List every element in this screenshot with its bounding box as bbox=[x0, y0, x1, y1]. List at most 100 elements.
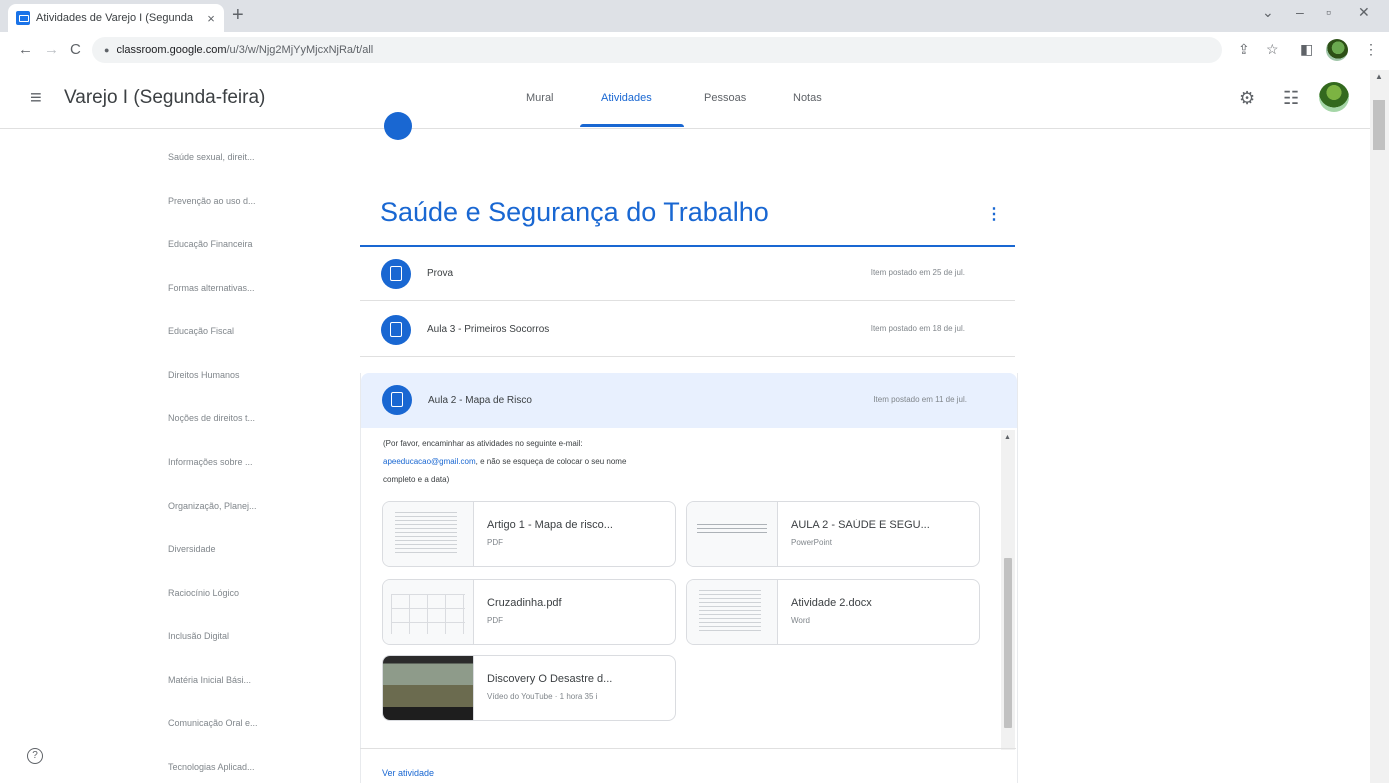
topic-item[interactable]: Organização, Planej... bbox=[168, 501, 288, 511]
classwork-item-aula3[interactable]: Aula 3 - Primeiros Socorros Item postado… bbox=[360, 306, 1015, 357]
page-scrollbar[interactable]: ▲ bbox=[1370, 70, 1389, 783]
url-host: classroom.google.com bbox=[116, 44, 227, 56]
google-apps-icon[interactable]: ☷ bbox=[1283, 88, 1299, 109]
maximize-button[interactable]: ▫ bbox=[1326, 4, 1331, 20]
attachment-type: Vídeo do YouTube · 1 hora 35 i bbox=[487, 692, 598, 701]
attachment-name: Cruzadinha.pdf bbox=[487, 597, 562, 609]
back-button[interactable]: ← bbox=[18, 41, 33, 58]
main-menu-icon[interactable]: ≡ bbox=[30, 87, 42, 110]
slides-thumbnail bbox=[687, 502, 778, 566]
previous-item-icon[interactable] bbox=[384, 112, 412, 140]
section-divider bbox=[360, 245, 1015, 247]
tab-close-icon[interactable]: × bbox=[202, 11, 220, 26]
item-date: Item postado em 25 de jul. bbox=[870, 268, 965, 277]
item-date: Item postado em 11 de jul. bbox=[873, 395, 967, 404]
topic-item[interactable]: Raciocínio Lógico bbox=[168, 588, 288, 598]
attachment-type: PDF bbox=[487, 616, 503, 625]
topic-item[interactable]: Informações sobre ... bbox=[168, 457, 288, 467]
email-link[interactable]: apeeducacao@gmail.com bbox=[383, 457, 476, 466]
classroom-header: ≡ Varejo I (Segunda-feira) Mural Ativida… bbox=[0, 70, 1370, 129]
scroll-up-arrow-icon[interactable]: ▲ bbox=[1375, 72, 1383, 81]
classroom-favicon-icon bbox=[16, 11, 30, 25]
topic-item[interactable]: Diversidade bbox=[168, 544, 288, 554]
user-avatar[interactable] bbox=[1319, 82, 1349, 112]
item-date: Item postado em 18 de jul. bbox=[870, 324, 965, 333]
video-thumbnail bbox=[383, 656, 474, 720]
topic-item[interactable]: Educação Fiscal bbox=[168, 326, 288, 336]
lock-icon[interactable]: ● bbox=[104, 45, 109, 55]
topic-item[interactable]: Inclusão Digital bbox=[168, 631, 288, 641]
browser-tabstrip: Atividades de Varejo I (Segunda × + ⌄ – … bbox=[0, 0, 1389, 32]
attachment-name: AULA 2 - SAÚDE E SEGU... bbox=[791, 519, 930, 531]
classwork-item-prova[interactable]: Prova Item postado em 25 de jul. bbox=[360, 250, 1015, 301]
item-title: Aula 3 - Primeiros Socorros bbox=[427, 324, 550, 335]
attachment-card[interactable]: Atividade 2.docx Word bbox=[686, 579, 980, 645]
tab-mural[interactable]: Mural bbox=[526, 92, 554, 104]
bookmark-star-icon[interactable]: ☆ bbox=[1266, 41, 1279, 58]
item-title: Aula 2 - Mapa de Risco bbox=[428, 395, 532, 406]
share-icon[interactable]: ⇪ bbox=[1238, 41, 1250, 58]
topic-item[interactable]: Tecnologias Aplicad... bbox=[168, 762, 288, 772]
scrollbar-thumb[interactable] bbox=[1004, 558, 1012, 728]
attachment-type: PowerPoint bbox=[791, 538, 832, 547]
pdf-thumbnail bbox=[383, 580, 474, 644]
topic-item[interactable]: Direitos Humanos bbox=[168, 370, 288, 380]
class-title[interactable]: Varejo I (Segunda-feira) bbox=[64, 87, 265, 109]
url-path: /u/3/w/Njg2MjYyMjcxNjRa/t/all bbox=[226, 44, 374, 56]
tab-notas[interactable]: Notas bbox=[793, 92, 822, 104]
attachment-name: Atividade 2.docx bbox=[791, 597, 872, 609]
pdf-thumbnail bbox=[383, 502, 474, 566]
attachment-type: Word bbox=[791, 616, 810, 625]
tab-title: Atividades de Varejo I (Segunda bbox=[36, 12, 193, 24]
description-scrollbar[interactable]: ▲ bbox=[1001, 430, 1015, 750]
scroll-up-arrow-icon[interactable]: ▲ bbox=[1004, 434, 1011, 441]
settings-gear-icon[interactable]: ⚙ bbox=[1239, 88, 1255, 109]
close-window-button[interactable]: ✕ bbox=[1358, 4, 1370, 21]
expanded-item-aula2: Aula 2 - Mapa de Risco Item postado em 1… bbox=[360, 373, 1018, 783]
active-tab-indicator bbox=[580, 124, 684, 127]
new-tab-button[interactable]: + bbox=[232, 4, 244, 27]
topic-item[interactable]: Formas alternativas... bbox=[168, 283, 288, 293]
attachment-type: PDF bbox=[487, 538, 503, 547]
item-title: Prova bbox=[427, 268, 454, 279]
topic-item[interactable]: Matéria Inicial Bási... bbox=[168, 675, 288, 685]
view-activity-link[interactable]: Ver atividade bbox=[382, 768, 434, 778]
tab-search-icon[interactable]: ⌄ bbox=[1262, 4, 1274, 21]
browser-menu-icon[interactable]: ⋮ bbox=[1364, 41, 1378, 58]
browser-tab[interactable]: Atividades de Varejo I (Segunda × bbox=[8, 4, 224, 32]
attachment-card[interactable]: Artigo 1 - Mapa de risco... PDF bbox=[382, 501, 676, 567]
reload-button[interactable]: C bbox=[70, 41, 81, 58]
attachment-card[interactable]: Cruzadinha.pdf PDF bbox=[382, 579, 676, 645]
help-icon[interactable]: ? bbox=[27, 748, 43, 764]
attachment-name: Discovery O Desastre d... bbox=[487, 673, 613, 685]
classwork-item-aula2[interactable]: Aula 2 - Mapa de Risco Item postado em 1… bbox=[361, 373, 1017, 428]
description-line: (Por favor, encaminhar as atividades no … bbox=[383, 439, 583, 448]
browser-toolbar: ← → C ● classroom.google.com /u/3/w/Njg2… bbox=[0, 32, 1389, 71]
topic-item[interactable]: Educação Financeira bbox=[168, 239, 288, 249]
material-icon bbox=[381, 315, 411, 345]
tab-atividades[interactable]: Atividades bbox=[601, 92, 652, 104]
section-more-icon[interactable]: ⋮ bbox=[986, 204, 1002, 224]
material-icon bbox=[382, 385, 412, 415]
minimize-button[interactable]: – bbox=[1296, 4, 1304, 20]
topic-item[interactable]: Saúde sexual, direit... bbox=[168, 152, 288, 162]
forward-button[interactable]: → bbox=[44, 41, 59, 58]
attachment-card[interactable]: Discovery O Desastre d... Vídeo do YouTu… bbox=[382, 655, 676, 721]
side-panel-icon[interactable]: ◧ bbox=[1300, 41, 1313, 58]
description-line: , e não se esqueça de colocar o seu nome bbox=[475, 457, 627, 466]
card-footer-divider bbox=[360, 748, 1016, 749]
assignment-icon bbox=[381, 259, 411, 289]
doc-thumbnail bbox=[687, 580, 778, 644]
topic-item[interactable]: Noções de direitos t... bbox=[168, 413, 288, 423]
address-bar[interactable]: ● classroom.google.com /u/3/w/Njg2MjYyMj… bbox=[92, 37, 1222, 63]
section-title: Saúde e Segurança do Trabalho bbox=[380, 197, 769, 227]
browser-profile-avatar[interactable] bbox=[1326, 39, 1348, 61]
attachment-card[interactable]: AULA 2 - SAÚDE E SEGU... PowerPoint bbox=[686, 501, 980, 567]
description-line: completo e a data) bbox=[383, 475, 450, 484]
topic-item[interactable]: Comunicação Oral e... bbox=[168, 718, 288, 728]
page-scrollbar-thumb[interactable] bbox=[1373, 100, 1385, 150]
tab-pessoas[interactable]: Pessoas bbox=[704, 92, 746, 104]
item-description: (Por favor, encaminhar as atividades no … bbox=[383, 435, 783, 489]
topic-item[interactable]: Prevenção ao uso d... bbox=[168, 196, 288, 206]
attachment-name: Artigo 1 - Mapa de risco... bbox=[487, 519, 613, 531]
